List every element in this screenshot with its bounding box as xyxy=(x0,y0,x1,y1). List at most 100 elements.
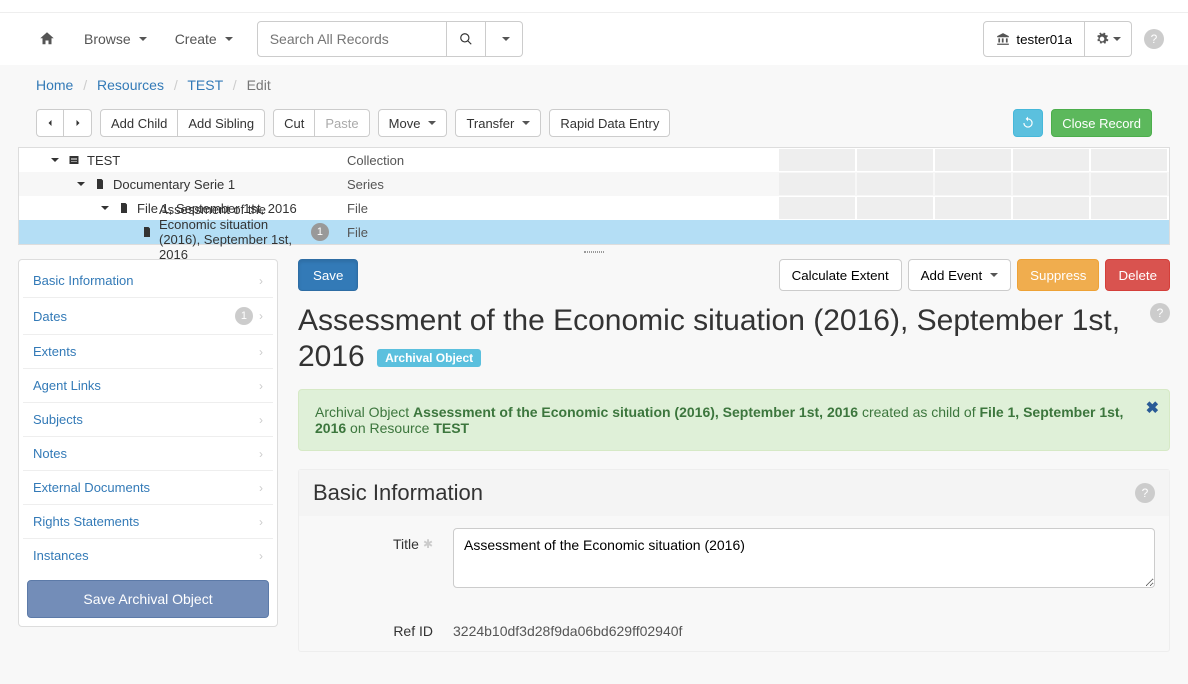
close-record-button[interactable]: Close Record xyxy=(1051,109,1152,137)
sidebar-item-dates[interactable]: Dates1› xyxy=(23,298,273,335)
repository-selector[interactable]: tester01a xyxy=(983,21,1085,57)
main-nav: Browse Create tester01a ? xyxy=(0,12,1188,65)
tree-row-type: File xyxy=(339,201,779,216)
delete-button[interactable]: Delete xyxy=(1105,259,1170,291)
section-help-button[interactable]: ? xyxy=(1135,483,1155,503)
chevron-right-icon: › xyxy=(259,447,263,461)
chevron-down-icon xyxy=(428,121,436,125)
tree-view: TEST Collection Documentary Serie 1 Seri… xyxy=(18,147,1170,245)
repository-icon xyxy=(996,32,1010,46)
tree-row-stripes xyxy=(779,197,1169,219)
record-toolbar: Save Calculate Extent Add Event Suppress… xyxy=(298,259,1170,291)
search-group xyxy=(257,21,523,57)
chevron-down-icon xyxy=(502,37,510,41)
refresh-icon xyxy=(1021,116,1035,130)
tree-row-badge: 1 xyxy=(311,223,329,241)
refid-value: 3224b10df3d28f9da06bd629ff02940f xyxy=(453,615,1155,639)
settings-button[interactable] xyxy=(1085,21,1132,57)
add-event-button[interactable]: Add Event xyxy=(908,259,1012,291)
title-help-button[interactable]: ? xyxy=(1150,303,1170,323)
tree-expand-toggle[interactable] xyxy=(75,178,87,190)
cut-button[interactable]: Cut xyxy=(273,109,315,137)
file-icon xyxy=(141,226,153,238)
save-archival-object-button[interactable]: Save Archival Object xyxy=(27,580,269,618)
add-sibling-button[interactable]: Add Sibling xyxy=(178,109,265,137)
section-nav-panel: Basic Information› Dates1› Extents› Agen… xyxy=(18,259,278,627)
chevron-right-icon: › xyxy=(259,379,263,393)
sidebar-item-agent-links[interactable]: Agent Links› xyxy=(23,369,273,403)
chevron-right-icon: › xyxy=(259,413,263,427)
browse-menu[interactable]: Browse xyxy=(70,23,161,55)
chevron-down-icon xyxy=(522,121,530,125)
breadcrumb: Home / Resources / TEST / Edit xyxy=(0,65,1188,105)
record-type-badge: Archival Object xyxy=(377,349,481,367)
paste-button: Paste xyxy=(315,109,369,137)
gear-icon xyxy=(1095,32,1109,46)
refid-label: Ref ID xyxy=(393,623,433,639)
tree-row-type: File xyxy=(339,225,779,240)
sidebar-item-extents[interactable]: Extents› xyxy=(23,335,273,369)
tree-row[interactable]: TEST Collection xyxy=(19,148,1169,172)
chevron-right-icon: › xyxy=(259,345,263,359)
suppress-button[interactable]: Suppress xyxy=(1017,259,1099,291)
chevron-right-icon: › xyxy=(259,549,263,563)
search-input[interactable] xyxy=(257,21,447,57)
title-input[interactable] xyxy=(453,528,1155,588)
help-button[interactable]: ? xyxy=(1144,29,1164,49)
chevron-right-icon: › xyxy=(259,515,263,529)
sidebar-item-subjects[interactable]: Subjects› xyxy=(23,403,273,437)
collection-icon xyxy=(67,154,81,166)
tree-row-stripes xyxy=(779,173,1169,195)
create-menu[interactable]: Create xyxy=(161,23,247,55)
title-label: Title xyxy=(393,536,419,552)
home-icon xyxy=(38,30,56,48)
chevron-right-icon: › xyxy=(259,481,263,495)
sidebar-item-instances[interactable]: Instances› xyxy=(23,539,273,572)
chevron-down-icon xyxy=(1113,37,1121,41)
tree-row[interactable]: Assessment of the Economic situation (20… xyxy=(19,220,1169,244)
close-alert-button[interactable]: ✖ xyxy=(1146,398,1159,418)
breadcrumb-test[interactable]: TEST xyxy=(187,77,223,93)
sidebar-item-basic-information[interactable]: Basic Information› xyxy=(23,264,273,298)
basic-information-section: Basic Information ? Title ✱ Ref ID 3224b1… xyxy=(298,469,1170,652)
chevron-down-icon xyxy=(990,273,998,277)
chevron-right-icon: › xyxy=(259,274,263,288)
sidebar-item-notes[interactable]: Notes› xyxy=(23,437,273,471)
tree-toolbar: Add Child Add Sibling Cut Paste Move Tra… xyxy=(0,105,1188,147)
search-options-button[interactable] xyxy=(486,21,523,57)
search-button[interactable] xyxy=(447,21,486,57)
breadcrumb-home[interactable]: Home xyxy=(36,77,73,93)
breadcrumb-current: Edit xyxy=(247,77,271,93)
record-title: Assessment of the Economic situation (20… xyxy=(298,303,1170,375)
save-button[interactable]: Save xyxy=(298,259,358,291)
sidebar-item-external-documents[interactable]: External Documents› xyxy=(23,471,273,505)
chevron-down-icon xyxy=(139,37,147,41)
transfer-button[interactable]: Transfer xyxy=(455,109,541,137)
add-child-button[interactable]: Add Child xyxy=(100,109,178,137)
tree-row[interactable]: Documentary Serie 1 Series xyxy=(19,172,1169,196)
sidebar-item-rights-statements[interactable]: Rights Statements› xyxy=(23,505,273,539)
brand-bar xyxy=(0,0,1188,12)
section-heading: Basic Information xyxy=(313,480,483,506)
nav-forward-button[interactable] xyxy=(64,109,92,137)
content-panel: Save Calculate Extent Add Event Suppress… xyxy=(298,259,1170,652)
calculate-extent-button[interactable]: Calculate Extent xyxy=(779,259,902,291)
arrow-right-icon xyxy=(72,117,84,129)
file-icon xyxy=(93,178,107,190)
tree-expand-toggle[interactable] xyxy=(49,154,61,166)
move-button[interactable]: Move xyxy=(378,109,448,137)
breadcrumb-resources[interactable]: Resources xyxy=(97,77,164,93)
tree-row-label: Documentary Serie 1 xyxy=(113,177,235,192)
home-link[interactable] xyxy=(24,22,70,56)
tree-row-type: Series xyxy=(339,177,779,192)
arrow-left-icon xyxy=(44,117,56,129)
nav-back-button[interactable] xyxy=(36,109,64,137)
tree-row-type: Collection xyxy=(339,153,779,168)
rapid-data-entry-button[interactable]: Rapid Data Entry xyxy=(549,109,670,137)
tree-row-label: Assessment of the Economic situation (20… xyxy=(159,202,311,262)
chevron-down-icon xyxy=(225,37,233,41)
required-icon: ✱ xyxy=(423,537,433,551)
refresh-button[interactable] xyxy=(1013,109,1043,137)
tree-row-stripes xyxy=(779,149,1169,171)
chevron-right-icon: › xyxy=(259,309,263,323)
